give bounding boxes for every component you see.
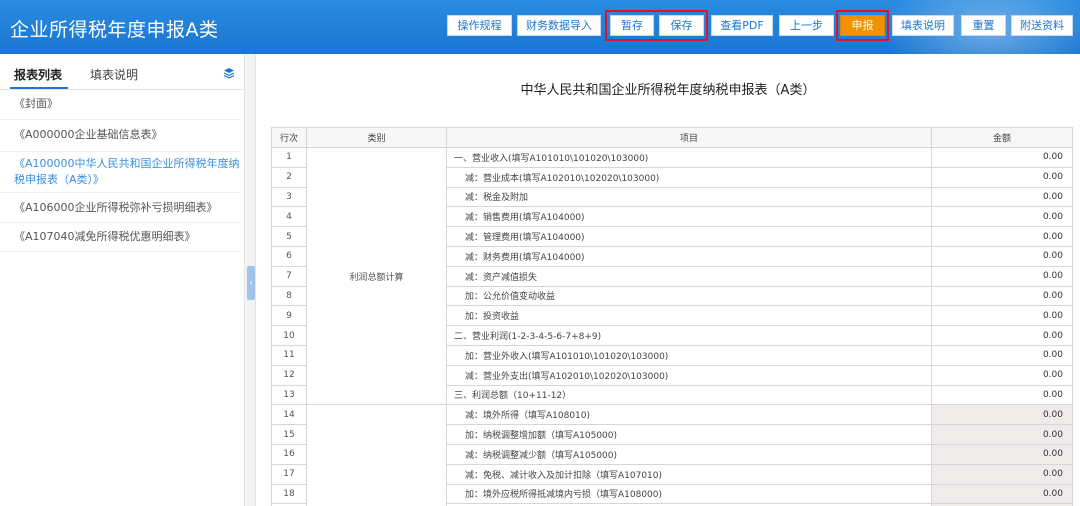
sidebar-tabs: 报表列表 填表说明 (0, 54, 244, 90)
row-item-label: 减：免税、减计收入及加计扣除（填写A107010) (446, 463, 932, 485)
column-header-item: 项目 (446, 127, 932, 148)
row-item-label: 减：财务费用(填写A104000) (446, 245, 932, 267)
row-item-label: 一、营业收入(填写A101010\101020\103000) (446, 147, 932, 168)
column-header-amount: 金额 (931, 127, 1073, 148)
row-number: 9 (271, 305, 307, 327)
sidebar-item-a100000-line2: 税申报表（A类）》 (14, 173, 105, 186)
row-number: 13 (271, 384, 307, 406)
view-pdf-button[interactable]: 查看PDF (711, 15, 773, 36)
row-item-label: 加：营业外收入(填写A101010\101020\103000) (446, 344, 932, 366)
report-list-panel: 报表列表 填表说明 《封面》 《A000000企业基础信息表》 《A100000… (0, 54, 244, 506)
row-item-label: 减：境外所得（填写A108010) (446, 404, 932, 426)
row-item-label: 二、营业利润(1-2-3-4-5-6-7+8+9) (446, 325, 932, 346)
row-amount-cell: 0.00 (931, 463, 1073, 485)
sidebar-item-a100000-line1: 《A100000中华人民共和国企业所得税年度纳 (14, 157, 240, 170)
row-amount-cell: 0.00 (931, 483, 1073, 505)
row-amount-cell[interactable]: 0.00 (931, 285, 1073, 307)
row-amount-cell[interactable]: 0.00 (931, 364, 1073, 386)
table-row: 14应纳税所得额计算减：境外所得（填写A108010)0.00 (271, 404, 1073, 506)
row-amount-cell[interactable]: 0.00 (931, 325, 1073, 346)
category-taxable-income: 应纳税所得额计算 (306, 404, 447, 506)
row-number: 4 (271, 206, 307, 228)
tab-report-list[interactable]: 报表列表 (14, 66, 62, 83)
row-number: 3 (271, 186, 307, 208)
attach-documents-button[interactable]: 附送资料 (1011, 15, 1073, 36)
active-tab-indicator (10, 87, 68, 89)
highlight-box-save-group (605, 10, 708, 41)
row-number: 8 (271, 285, 307, 307)
row-amount-cell[interactable]: 0.00 (931, 245, 1073, 267)
row-amount-cell[interactable]: 0.00 (931, 265, 1073, 287)
row-number: 12 (271, 364, 307, 386)
row-number: 16 (271, 443, 307, 465)
row-item-label: 减：管理费用(填写A104000) (446, 226, 932, 247)
filling-instructions-button[interactable]: 填表说明 (892, 15, 954, 36)
row-number: 6 (271, 245, 307, 267)
form-title: 中华人民共和国企业所得税年度纳税申报表（A类） (520, 83, 816, 98)
row-item-label: 加：纳税调整增加额（填写A105000) (446, 424, 932, 445)
row-item-label: 加：公允价值变动收益 (446, 285, 932, 307)
reset-button[interactable]: 重置 (961, 15, 1006, 36)
row-number: 7 (271, 265, 307, 287)
table-row: 1 利润总额计算 一、营业收入(填写A101010\101020\103000) 0.… (271, 146, 1073, 406)
tab-filling-instructions[interactable]: 填表说明 (90, 66, 138, 83)
row-amount-cell[interactable]: 0.00 (931, 384, 1073, 406)
sidebar-item-cover[interactable]: 《封面》 (0, 96, 240, 120)
layers-icon[interactable] (223, 67, 235, 79)
row-amount-cell: 0.00 (931, 404, 1073, 426)
row-item-label: 加：境外应税所得抵减境内亏损（填写A108000) (446, 483, 932, 505)
row-item-label: 减：营业成本(填写A102010\102020\103000) (446, 166, 932, 188)
row-number: 1 (271, 147, 307, 168)
row-number: 11 (271, 344, 307, 366)
row-number: 15 (271, 424, 307, 445)
row-number: 2 (271, 166, 307, 188)
row-amount-cell[interactable]: 0.00 (931, 186, 1073, 208)
row-number: 17 (271, 463, 307, 485)
table-header-row: 行次 类别 项目 金额 (271, 127, 1073, 148)
app-header: 企业所得税年度申报A类 操作规程 财务数据导入 暂存 保存 查看PDF 上一步 … (0, 0, 1080, 54)
previous-step-button[interactable]: 上一步 (779, 15, 834, 36)
row-item-label: 减：销售费用(填写A104000) (446, 206, 932, 228)
column-header-category: 类别 (306, 127, 447, 148)
sidebar-item-a107040[interactable]: 《A107040减免所得税优惠明细表》 (0, 224, 240, 252)
row-number: 18 (271, 483, 307, 505)
row-item-label: 三、利润总额（10+11-12） (446, 384, 932, 406)
row-amount-cell: 0.00 (931, 443, 1073, 465)
row-item-label: 减：税金及附加 (446, 186, 932, 208)
app-title: 企业所得税年度申报A类 (10, 19, 219, 41)
row-number: 10 (271, 325, 307, 346)
row-item-label: 加：投资收益 (446, 305, 932, 327)
row-item-label: 减：资产减值损失 (446, 265, 932, 287)
row-number: 5 (271, 226, 307, 247)
sidebar-item-a000000[interactable]: 《A000000企业基础信息表》 (0, 124, 240, 152)
row-amount-cell[interactable]: 0.00 (931, 166, 1073, 188)
row-amount-cell[interactable]: 0.00 (931, 344, 1073, 366)
row-amount-cell[interactable]: 0.00 (931, 226, 1073, 247)
operation-guide-button[interactable]: 操作规程 (447, 15, 512, 36)
sidebar-item-a106000[interactable]: 《A106000企业所得税弥补亏损明细表》 (0, 195, 240, 223)
import-financial-data-button[interactable]: 财务数据导入 (517, 15, 601, 36)
row-number: 14 (271, 404, 307, 426)
row-amount-cell[interactable]: 0.00 (931, 147, 1073, 168)
collapse-sidebar-icon[interactable]: ‹ (247, 266, 255, 300)
main-form-area: 中华人民共和国企业所得税年度纳税申报表（A类） 行次 类别 项目 金额 1 利润总… (256, 54, 1080, 506)
row-amount-cell[interactable]: 0.00 (931, 305, 1073, 327)
declaration-table: 行次 类别 项目 金额 1 利润总额计算 一、营业收入(填写A101010\1010… (271, 127, 1073, 506)
row-item-label: 减：纳税调整减少额（填写A105000) (446, 443, 932, 465)
category-profit-total: 利润总额计算 (306, 146, 447, 406)
row-amount-cell: 0.00 (931, 424, 1073, 445)
row-item-label: 减：营业外支出(填写A102010\102020\103000) (446, 364, 932, 386)
row-amount-cell[interactable]: 0.00 (931, 206, 1073, 228)
column-header-no: 行次 (271, 127, 307, 148)
highlight-box-declare (836, 10, 889, 41)
sidebar-item-a100000[interactable]: 《A100000中华人民共和国企业所得税年度纳 税申报表（A类）》 (0, 153, 240, 193)
